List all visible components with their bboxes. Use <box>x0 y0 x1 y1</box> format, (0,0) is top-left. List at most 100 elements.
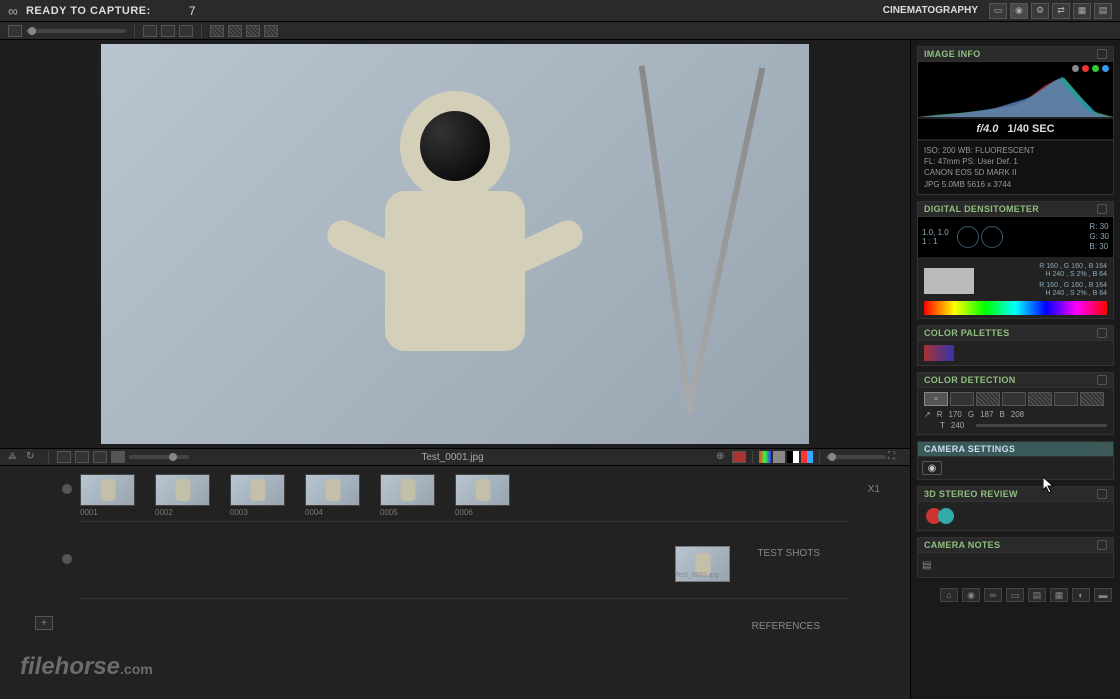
mode-monitor-icon[interactable]: ▭ <box>989 3 1007 19</box>
color-palettes-panel: COLOR PALETTES <box>917 325 1114 366</box>
palettes-title: COLOR PALETTES <box>924 328 1010 338</box>
top-bar: ∞ READY TO CAPTURE: 7 CINEMATOGRAPHY ▭ ◉… <box>0 0 1120 22</box>
exposure-readout: f/4.0 1/40 SEC <box>918 119 1113 139</box>
bottom-toolbar: ⌂ ◉ ∞ ▭ ▤ ▦ ◐ ▬ <box>917 584 1114 602</box>
thumbnail[interactable] <box>230 474 285 506</box>
histogram <box>918 62 1113 117</box>
threshold-slider[interactable] <box>976 424 1107 427</box>
track-marker-1[interactable] <box>62 484 72 494</box>
testshot-thumb-label: Test_0001.jpg <box>675 572 719 579</box>
track-x1-label: X1 <box>868 484 880 495</box>
grid-2-icon[interactable] <box>75 451 89 463</box>
detect-mode-4[interactable] <box>1002 392 1026 406</box>
btm-8-icon[interactable]: ▬ <box>1094 588 1112 602</box>
detect-mode-5[interactable] <box>1028 392 1052 406</box>
channel-bw-icon[interactable] <box>787 451 799 463</box>
grid-1-icon[interactable] <box>57 451 71 463</box>
notes-title: CAMERA NOTES <box>924 540 1000 550</box>
detect-mode-3[interactable] <box>976 392 1000 406</box>
thumbnail[interactable] <box>305 474 360 506</box>
capture-counter: 7 <box>189 4 196 18</box>
mode-link-icon[interactable]: ⇄ <box>1052 3 1070 19</box>
channel-split-icon[interactable] <box>801 451 813 463</box>
btm-5-icon[interactable]: ▤ <box>1028 588 1046 602</box>
btm-4-icon[interactable]: ▭ <box>1006 588 1024 602</box>
image-metadata: ISO: 200 WB: FLUORESCENT FL: 47mm PS: Us… <box>918 141 1113 194</box>
target-icon[interactable]: ⊕ <box>716 451 730 463</box>
eyedropper-icon[interactable]: ↗ <box>924 410 931 419</box>
add-reference-button[interactable]: + <box>35 616 53 630</box>
grid-4-icon[interactable] <box>111 451 125 463</box>
thumbnail-label: 0001 <box>80 508 135 517</box>
track-marker-2[interactable] <box>62 554 72 564</box>
flip-icon[interactable]: ⟁ <box>8 451 22 463</box>
densitometer-panel: DIGITAL DENSITOMETER 1.0, 1.0 1 : 1 R: 3… <box>917 201 1114 320</box>
camera-notes-panel: CAMERA NOTES ▤ <box>917 537 1114 578</box>
camera-title: CAMERA SETTINGS <box>924 444 1015 454</box>
hatch-4-icon[interactable] <box>264 25 278 37</box>
detect-mode-7[interactable] <box>1080 392 1104 406</box>
stereo-review-panel: 3D STEREO REVIEW <box>917 486 1114 531</box>
rotate-icon[interactable]: ↻ <box>26 451 40 463</box>
mode-label: CINEMATOGRAPHY <box>883 5 978 16</box>
btm-1-icon[interactable]: ⌂ <box>940 588 958 602</box>
opacity-slider[interactable] <box>26 29 126 33</box>
viewport-filename: Test_0001.jpg <box>193 452 712 463</box>
tool-square-icon[interactable] <box>8 25 22 37</box>
thumbnail[interactable] <box>155 474 210 506</box>
zoom-slider[interactable] <box>129 455 189 459</box>
histogram-blue-dot[interactable] <box>1102 65 1109 72</box>
camera-icon[interactable]: ◉ <box>922 461 942 475</box>
channel-gray-icon[interactable] <box>773 451 785 463</box>
thumbnail[interactable] <box>455 474 510 506</box>
color-gradient[interactable] <box>924 301 1107 315</box>
secondary-toolbar <box>0 22 1120 40</box>
detect-mode-2[interactable] <box>950 392 974 406</box>
btm-3-icon[interactable]: ∞ <box>984 588 1002 602</box>
btm-2-icon[interactable]: ◉ <box>962 588 980 602</box>
histogram-red-dot[interactable] <box>1082 65 1089 72</box>
image-info-panel: IMAGE INFO f/4.0 1/ <box>917 46 1114 195</box>
thumbnail[interactable] <box>380 474 435 506</box>
palette-swatch[interactable] <box>924 345 954 361</box>
status-label: READY TO CAPTURE: <box>26 5 151 17</box>
color-detection-panel: COLOR DETECTION ▫ ↗ R170 G187 B208 <box>917 372 1114 435</box>
panel-collapse-icon[interactable] <box>1097 444 1107 454</box>
thumbnail[interactable] <box>80 474 135 506</box>
timeline: 000100020003000400050006 X1 Test_0001.jp… <box>0 466 910 699</box>
mode-grid-icon[interactable]: ▦ <box>1073 3 1091 19</box>
panel-collapse-icon[interactable] <box>1097 375 1107 385</box>
thumbnail-label: 0002 <box>155 508 210 517</box>
notes-icon[interactable]: ▤ <box>922 560 931 571</box>
histogram-luma-dot[interactable] <box>1072 65 1079 72</box>
mode-panels-icon[interactable]: ▤ <box>1094 3 1112 19</box>
panel-collapse-icon[interactable] <box>1097 328 1107 338</box>
detection-title: COLOR DETECTION <box>924 375 1016 385</box>
stereo-right-dot[interactable] <box>938 508 954 524</box>
hatch-1-icon[interactable] <box>210 25 224 37</box>
panel-collapse-icon[interactable] <box>1097 49 1107 59</box>
tool-b-icon[interactable] <box>161 25 175 37</box>
hatch-2-icon[interactable] <box>228 25 242 37</box>
fullscreen-icon[interactable]: ⛶ <box>888 451 902 463</box>
panel-collapse-icon[interactable] <box>1097 540 1107 550</box>
detect-mode-1[interactable]: ▫ <box>924 392 948 406</box>
btm-6-icon[interactable]: ▦ <box>1050 588 1068 602</box>
panel-collapse-icon[interactable] <box>1097 489 1107 499</box>
histogram-green-dot[interactable] <box>1092 65 1099 72</box>
viewport[interactable] <box>0 40 910 448</box>
exposure-slider[interactable] <box>826 455 886 459</box>
channel-rgb-icon[interactable] <box>759 451 771 463</box>
tool-a-icon[interactable] <box>143 25 157 37</box>
btm-7-icon[interactable]: ◐ <box>1072 588 1090 602</box>
record-icon[interactable] <box>732 451 746 463</box>
panel-collapse-icon[interactable] <box>1097 204 1107 214</box>
hatch-3-icon[interactable] <box>246 25 260 37</box>
mode-camera-icon[interactable]: ◉ <box>1010 3 1028 19</box>
grid-3-icon[interactable] <box>93 451 107 463</box>
thumbnail-label: 0005 <box>380 508 435 517</box>
tool-c-icon[interactable] <box>179 25 193 37</box>
viewport-toolbar: ⟁ ↻ Test_0001.jpg ⊕ ⛶ <box>0 448 910 466</box>
mode-sliders-icon[interactable]: ⚙ <box>1031 3 1049 19</box>
detect-mode-6[interactable] <box>1054 392 1078 406</box>
